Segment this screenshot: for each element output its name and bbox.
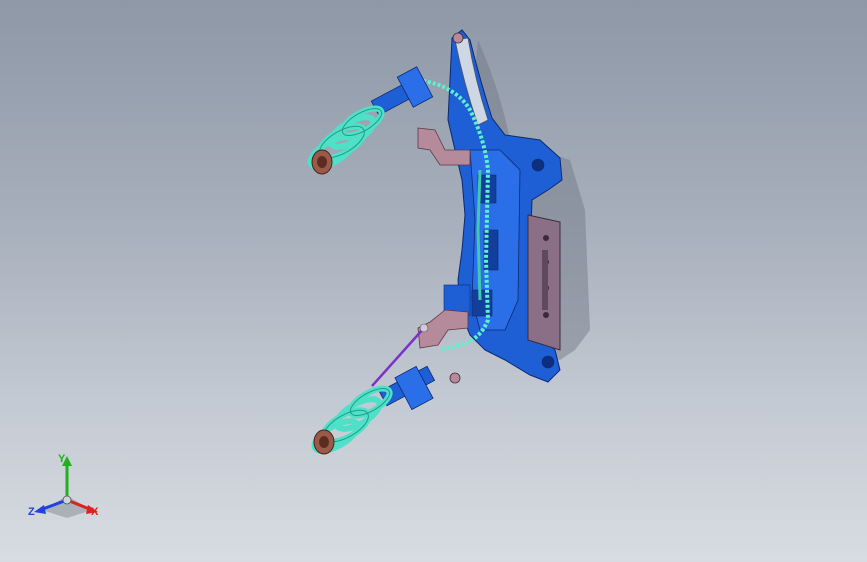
- top-bushing: [452, 32, 464, 44]
- x-axis-label: X: [91, 506, 99, 518]
- link-joint: [419, 323, 429, 333]
- triad-origin: [62, 495, 72, 505]
- bottom-bushing: [449, 372, 461, 384]
- y-axis-label: Y: [58, 453, 66, 465]
- coordinate-triad: Y X Z: [22, 448, 112, 528]
- mounting-plate[interactable]: [527, 214, 561, 351]
- graphics-viewport[interactable]: Y X Z: [0, 0, 867, 562]
- z-axis-arrow-icon: [34, 505, 46, 514]
- lower-strut-assembly[interactable]: [310, 365, 436, 456]
- suspension-assembly-model[interactable]: [0, 0, 867, 562]
- z-axis-label: Z: [28, 506, 35, 518]
- upper-strut-assembly[interactable]: [306, 66, 434, 175]
